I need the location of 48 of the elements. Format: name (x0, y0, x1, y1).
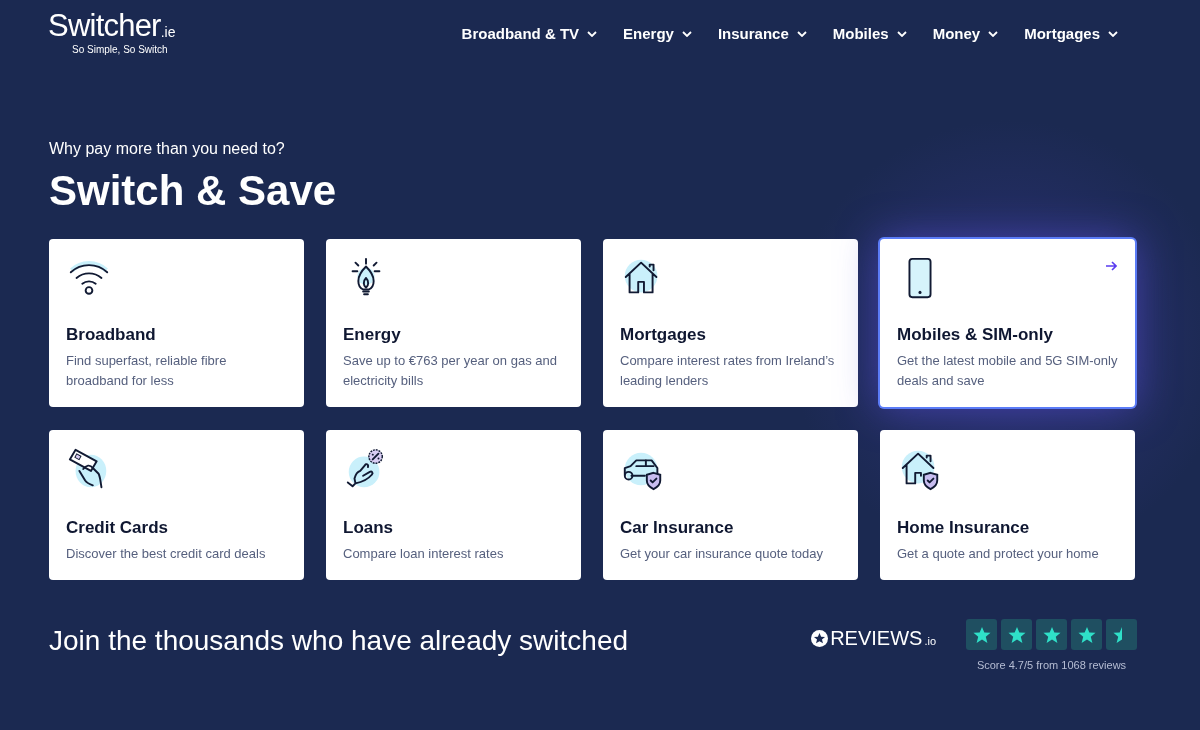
card-description: Get the latest mobile and 5G SIM-only deals and save (897, 352, 1118, 390)
chevron-down-icon (1108, 31, 1118, 38)
logo-suffix: .ie (160, 25, 176, 39)
nav-menu-item[interactable]: Money (932, 23, 999, 46)
nav-menu-item[interactable]: Broadband & TV (461, 23, 598, 46)
card-title: Mortgages (620, 326, 707, 343)
nav-menu-item[interactable]: Mortgages (1024, 23, 1118, 46)
chevron-down-icon (681, 31, 692, 38)
card-title: Loans (343, 519, 395, 536)
category-card[interactable]: Home Insurance Get a quote and protect your home (880, 430, 1135, 580)
hero-title: Switch & Save (49, 170, 338, 212)
logo-wordmark: Switcher (48, 10, 161, 41)
review-score: Score 4.7/5 from 1068 reviews (976, 658, 1127, 673)
card-title: Credit Cards (66, 519, 170, 536)
star-circle-icon (811, 629, 829, 647)
category-card[interactable]: Car Insurance Get your car insurance quote today (603, 430, 858, 580)
category-card[interactable]: Mobiles & SIM-only Get the latest mobile and 5G SIM-only deals and save (880, 239, 1135, 407)
card-description: Get a quote and protect your home (897, 545, 1100, 563)
card-description: Compare interest rates from Ireland’s leading lenders (620, 352, 836, 390)
category-card[interactable]: Energy Save up to €763 per year on gas and electricity bills (326, 239, 581, 407)
category-card[interactable]: Loans Compare loan interest rates (326, 430, 581, 580)
card-title: Energy (343, 326, 402, 343)
card-title: Mobiles & SIM-only (897, 326, 1054, 343)
category-card[interactable]: Credit Cards Discover the best credit card deals (49, 430, 304, 580)
card-title: Car Insurance (620, 519, 735, 536)
chevron-down-icon (587, 31, 598, 38)
logo-tagline: So Simple, So Switch (72, 43, 168, 57)
arrow-right-icon (1105, 261, 1117, 271)
reviews-brand: REVIEWS (830, 628, 923, 648)
category-card[interactable]: Mortgages Compare interest rates from Ireland’s leading lenders (603, 239, 858, 407)
nav-menu-item[interactable]: Insurance (717, 23, 807, 46)
category-card[interactable]: Broadband Find superfast, reliable fibre broadband for less (49, 239, 304, 407)
hero-eyebrow: Why pay more than you need to? (49, 141, 286, 157)
card-description: Find superfast, reliable fibre broadband for less (66, 352, 228, 390)
card-description: Get your car insurance quote today (620, 545, 825, 563)
chevron-down-icon (796, 31, 807, 38)
reviews-brand-suffix: .io (924, 635, 936, 647)
chevron-down-icon (988, 31, 999, 38)
join-heading: Join the thousands who have already switched (49, 627, 629, 655)
card-description: Compare loan interest rates (343, 545, 505, 563)
card-title: Home Insurance (897, 519, 1031, 536)
nav-menu-item[interactable]: Energy (623, 23, 692, 46)
card-description: Save up to €763 per year on gas and electricity bills (343, 352, 558, 390)
card-description: Discover the best credit card deals (66, 545, 267, 563)
nav-menu-item[interactable]: Mobiles (832, 23, 907, 46)
chevron-down-icon (896, 31, 907, 38)
card-title: Broadband (66, 326, 157, 343)
logo[interactable]: Switcher.ie So Simple, So Switch (48, 10, 176, 57)
